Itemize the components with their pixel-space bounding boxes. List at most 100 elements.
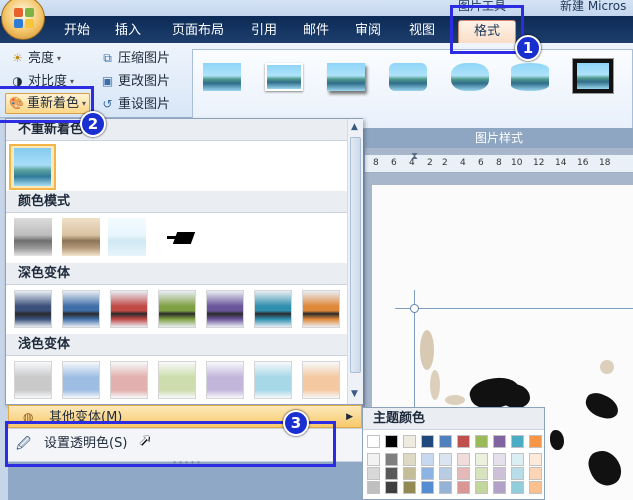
theme-color-swatch[interactable] bbox=[403, 481, 416, 494]
dropdown-arrow-icon: ▾ bbox=[70, 77, 75, 86]
resize-grip-icon[interactable]: ∙∙∙∙∙ bbox=[172, 458, 201, 467]
washout-option[interactable] bbox=[108, 218, 146, 256]
theme-color-swatch[interactable] bbox=[493, 467, 506, 480]
theme-color-swatch[interactable] bbox=[529, 453, 542, 466]
picture-resize-handle[interactable] bbox=[410, 304, 419, 313]
reset-picture-label: 重设图片 bbox=[118, 97, 171, 112]
light-variant-5[interactable] bbox=[206, 361, 244, 399]
theme-color-swatch[interactable] bbox=[529, 467, 542, 480]
picture-style-6[interactable] bbox=[511, 63, 549, 91]
sepia-option[interactable] bbox=[62, 218, 100, 256]
theme-color-swatch[interactable] bbox=[439, 453, 452, 466]
recolor-icon: 🎨 bbox=[9, 96, 24, 110]
theme-color-swatch[interactable] bbox=[403, 435, 416, 448]
tab-review[interactable]: 审阅 bbox=[344, 20, 392, 43]
light-variant-1[interactable] bbox=[14, 361, 52, 399]
tab-mailings[interactable]: 邮件 bbox=[292, 20, 340, 43]
theme-color-swatch[interactable] bbox=[403, 453, 416, 466]
theme-color-swatch[interactable] bbox=[421, 453, 434, 466]
picture-style-1[interactable] bbox=[203, 63, 241, 91]
theme-color-swatch[interactable] bbox=[457, 481, 470, 494]
light-variant-2[interactable] bbox=[62, 361, 100, 399]
theme-color-swatch[interactable] bbox=[529, 481, 542, 494]
no-recolor-option[interactable] bbox=[9, 144, 56, 190]
brightness-button[interactable]: ☀ 亮度 ▾ bbox=[10, 48, 61, 69]
tab-page-layout[interactable]: 页面布局 bbox=[160, 20, 236, 43]
picture-style-7[interactable] bbox=[572, 58, 614, 94]
theme-color-swatch[interactable] bbox=[385, 467, 398, 480]
theme-color-swatch[interactable] bbox=[475, 435, 488, 448]
picture-style-2[interactable] bbox=[265, 63, 303, 91]
reset-picture-button[interactable]: ↺ 重设图片 bbox=[100, 94, 170, 115]
dark-variant-6[interactable] bbox=[254, 290, 292, 328]
theme-color-swatch[interactable] bbox=[367, 453, 380, 466]
theme-color-swatch[interactable] bbox=[385, 481, 398, 494]
change-picture-label: 更改图片 bbox=[118, 74, 171, 89]
tab-insert[interactable]: 插入 bbox=[104, 20, 152, 43]
dark-variant-1[interactable] bbox=[14, 290, 52, 328]
theme-color-swatch[interactable] bbox=[367, 467, 380, 480]
theme-color-swatch[interactable] bbox=[457, 453, 470, 466]
theme-color-swatch[interactable] bbox=[385, 453, 398, 466]
theme-color-swatch[interactable] bbox=[367, 435, 380, 448]
submenu-arrow-icon: ▶ bbox=[346, 412, 353, 422]
light-variants-header: 浅色变体 bbox=[6, 334, 348, 356]
picture-style-5[interactable] bbox=[451, 63, 489, 91]
theme-color-swatch[interactable] bbox=[439, 467, 452, 480]
change-picture-button[interactable]: ▣ 更改图片 bbox=[100, 71, 170, 92]
contrast-icon: ◑ bbox=[12, 74, 23, 88]
theme-color-swatch[interactable] bbox=[475, 481, 488, 494]
theme-color-swatch[interactable] bbox=[493, 481, 506, 494]
horizontal-ruler[interactable]: 8 6 4 2 ⧗ 2 4 6 8 10 12 14 16 18 bbox=[365, 151, 633, 173]
set-transparent-color-menu-item[interactable]: 🖉 设置透明色(S) bbox=[5, 428, 363, 462]
theme-color-swatch[interactable] bbox=[403, 467, 416, 480]
tab-format[interactable]: 格式 bbox=[458, 20, 516, 43]
theme-color-swatch[interactable] bbox=[439, 481, 452, 494]
theme-color-swatch[interactable] bbox=[475, 453, 488, 466]
grayscale-option[interactable] bbox=[14, 218, 52, 256]
theme-color-swatch[interactable] bbox=[511, 467, 524, 480]
contrast-button[interactable]: ◑ 对比度 ▾ bbox=[10, 71, 74, 92]
theme-color-swatch[interactable] bbox=[439, 435, 452, 448]
black-and-white-option[interactable] bbox=[157, 218, 196, 256]
dark-variant-2[interactable] bbox=[62, 290, 100, 328]
theme-color-swatch[interactable] bbox=[457, 435, 470, 448]
tab-references[interactable]: 引用 bbox=[240, 20, 288, 43]
recolor-label: 重新着色 bbox=[27, 96, 80, 111]
theme-color-swatch[interactable] bbox=[421, 435, 434, 448]
picture-style-4[interactable] bbox=[389, 63, 427, 91]
no-recolor-thumbnail bbox=[14, 148, 51, 186]
theme-color-swatch[interactable] bbox=[511, 453, 524, 466]
light-variant-4[interactable] bbox=[158, 361, 196, 399]
sun-icon: ☀ bbox=[12, 51, 23, 65]
scroll-down-icon[interactable]: ▼ bbox=[351, 389, 358, 399]
dark-variant-7[interactable] bbox=[302, 290, 340, 328]
theme-color-swatch[interactable] bbox=[421, 481, 434, 494]
light-variant-3[interactable] bbox=[110, 361, 148, 399]
dark-variant-4[interactable] bbox=[158, 290, 196, 328]
theme-color-swatch[interactable] bbox=[475, 467, 488, 480]
theme-color-swatch[interactable] bbox=[385, 435, 398, 448]
scrollbar-thumb[interactable] bbox=[350, 137, 361, 373]
theme-color-swatch[interactable] bbox=[367, 481, 380, 494]
light-variant-7[interactable] bbox=[302, 361, 340, 399]
indent-marker-icon[interactable]: ⧗ bbox=[411, 151, 418, 162]
theme-color-swatch[interactable] bbox=[457, 467, 470, 480]
tab-view[interactable]: 视图 bbox=[398, 20, 446, 43]
theme-color-swatch[interactable] bbox=[493, 453, 506, 466]
recolor-button[interactable]: 🎨 重新着色 ▾ bbox=[5, 93, 91, 114]
scroll-up-icon[interactable]: ▲ bbox=[351, 122, 358, 132]
light-variant-6[interactable] bbox=[254, 361, 292, 399]
dropdown-scrollbar[interactable]: ▲ ▼ bbox=[347, 119, 363, 404]
theme-color-swatch[interactable] bbox=[493, 435, 506, 448]
dark-variant-5[interactable] bbox=[206, 290, 244, 328]
compress-pictures-button[interactable]: ⧉ 压缩图片 bbox=[100, 48, 170, 69]
mouse-cursor-icon: ➚ bbox=[138, 430, 152, 449]
theme-color-swatch[interactable] bbox=[529, 435, 542, 448]
tab-home[interactable]: 开始 bbox=[52, 20, 102, 43]
dark-variant-3[interactable] bbox=[110, 290, 148, 328]
theme-color-swatch[interactable] bbox=[511, 481, 524, 494]
picture-style-3[interactable] bbox=[327, 63, 365, 91]
theme-color-swatch[interactable] bbox=[511, 435, 524, 448]
theme-color-swatch[interactable] bbox=[421, 467, 434, 480]
